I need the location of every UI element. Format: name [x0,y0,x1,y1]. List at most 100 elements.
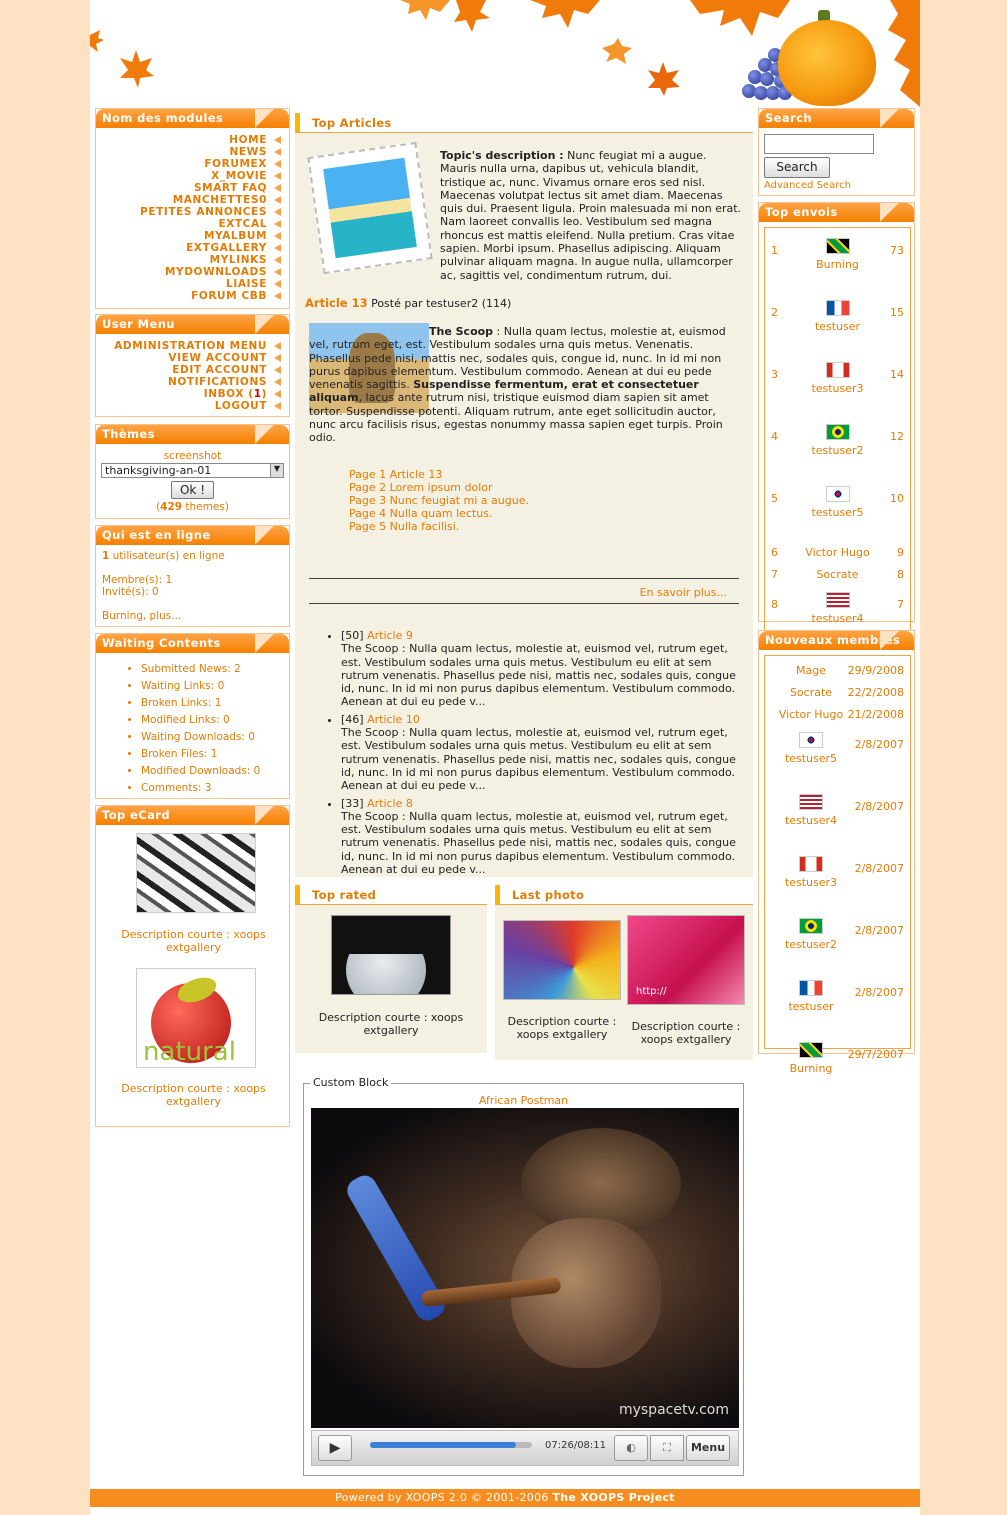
member-name-link[interactable]: testuser [771,1000,851,1013]
module-link[interactable]: MYALBUM [96,230,281,242]
module-link[interactable]: X_MOVIE [96,170,281,182]
username-link[interactable]: Victor Hugo [771,540,904,559]
member-name-link[interactable]: testuser5 [771,752,851,765]
video-player[interactable]: myspacetv.com [311,1108,739,1428]
waiting-item[interactable]: Modified Downloads: 0 [141,763,289,780]
page-link[interactable]: Page 5 Nulla facilisi. [349,520,529,533]
theme-select[interactable]: thanksgiving-an-01 ▼ [101,463,284,478]
article-list: [50] Article 9The Scoop : Nulla quam lec… [329,629,749,880]
article-list-item: [50] Article 9The Scoop : Nulla quam lec… [341,629,749,709]
module-link[interactable]: EXTGALLERY [96,242,281,254]
username-link[interactable]: testuser5 [771,506,904,519]
page-link[interactable]: Page 3 Nunc feugiat mi a augue. [349,494,529,507]
waiting-item[interactable]: Broken Files: 1 [141,746,289,763]
waiting-item[interactable]: Broken Links: 1 [141,695,289,712]
article-id: [33] [341,796,364,810]
top-ecard-block: Top eCard Description courte : xoops ext… [95,805,290,1127]
online-names[interactable]: Burning, plus... [102,610,283,622]
waiting-item[interactable]: Waiting Links: 0 [141,678,289,695]
top-envois-row: 4 12 testuser2 [771,424,904,478]
pink-photo-image[interactable]: http:// [627,915,745,1005]
count: 15 [890,306,904,319]
user-menu-item[interactable]: NOTIFICATIONS [96,376,281,388]
inbox-link[interactable]: INBOX (1) [96,388,281,400]
play-icon[interactable]: ▶ [318,1435,352,1461]
module-link[interactable]: PETITES ANNONCES [96,206,281,218]
topic-stamp-image [307,141,433,275]
top-envois-block: Top envois 1 73 Burning 2 15 testuser 3 14 testu… [758,202,915,671]
username-link[interactable]: Socrate [771,562,904,581]
module-link[interactable]: MYDOWNLOADS [96,266,281,278]
modules-block: Nom des modules HOME NEWS FORUMEX X_MOVIE SM… [95,108,290,309]
article-link[interactable]: Article 13 [305,296,368,310]
umbrella-image[interactable] [503,920,621,1000]
top-envois-row: 2 15 testuser [771,300,904,354]
module-link[interactable]: MYLINKS [96,254,281,266]
username-link[interactable]: testuser3 [771,382,904,395]
page-link[interactable]: Page 2 Lorem ipsum dolor [349,481,529,494]
pages-list: Page 1 Article 13 Page 2 Lorem ipsum dolo… [349,468,529,533]
brazil-flag-icon [799,918,823,934]
ecard-slides-image[interactable] [136,833,256,913]
korea-flag-icon [825,486,850,502]
moon-image[interactable] [331,915,451,995]
scoop-label: The Scoop [429,325,494,338]
fullscreen-icon[interactable]: ⛶ [650,1435,684,1461]
module-link[interactable]: SMART FAQ [96,182,281,194]
who-online-title: Qui est en ligne [96,526,289,545]
search-button[interactable]: Search [764,157,830,178]
ecard-apple-image[interactable]: natural [136,968,256,1068]
module-link[interactable]: HOME [96,134,281,146]
ok-button[interactable]: Ok ! [170,481,215,499]
member-name-link[interactable]: Mage [771,658,851,677]
usa-flag-icon [799,794,823,810]
module-link[interactable]: FORUMEX [96,158,281,170]
rank: 8 [771,598,778,611]
screenshot-link[interactable]: screenshot [96,444,289,462]
member-name-link[interactable]: Victor Hugo [771,702,851,721]
inbox-close: ) [261,388,267,400]
article-list-link[interactable]: Article 8 [367,797,413,810]
maple-leaf-icon [530,0,600,28]
module-link[interactable]: FORUM CBB [96,290,281,302]
footer-project-link[interactable]: The XOOPS Project [552,1491,674,1504]
advanced-search-link[interactable]: Advanced Search [764,180,851,191]
volume-icon[interactable]: ◐ [614,1435,648,1461]
usa-flag-icon [825,592,850,608]
user-menu-item[interactable]: VIEW ACCOUNT [96,352,281,364]
waiting-item[interactable]: Comments: 3 [141,780,289,797]
waiting-item[interactable]: Modified Links: 0 [141,712,289,729]
member-name-link[interactable]: Socrate [771,680,851,699]
waiting-item[interactable]: Waiting Downloads: 0 [141,729,289,746]
username-link[interactable]: Burning [771,258,904,271]
article-list-link[interactable]: Article 9 [367,629,413,642]
username-link[interactable]: testuser [771,320,904,333]
article-list-link[interactable]: Article 10 [367,713,420,726]
video-progress-track[interactable] [370,1442,532,1448]
read-more-link[interactable]: En savoir plus... [635,586,727,599]
waiting-item[interactable]: Submitted News: 2 [141,661,289,678]
module-link[interactable]: LIAISE [96,278,281,290]
username-link[interactable]: testuser4 [771,612,904,625]
member-date: 2/8/2007 [854,800,904,813]
page-link[interactable]: Page 1 Article 13 [349,468,529,481]
member-name-link[interactable]: testuser2 [771,938,851,951]
module-link[interactable]: NEWS [96,146,281,158]
member-name-link[interactable]: Burning [771,1062,851,1075]
member-name-link[interactable]: testuser4 [771,814,851,827]
brazil-flag-icon [825,424,850,440]
module-link[interactable]: EXTCAL [96,218,281,230]
username-link[interactable]: testuser2 [771,444,904,457]
search-input[interactable] [764,134,874,154]
page-link[interactable]: Page 4 Nulla quam lectus. [349,507,529,520]
member-name-link[interactable]: testuser3 [771,876,851,889]
video-title-link[interactable]: African Postman [303,1094,744,1107]
search-title: Search [759,109,914,128]
article-list-text: The Scoop : Nulla quam lectus, molestie … [341,642,736,709]
menu-button[interactable]: Menu [686,1435,730,1461]
logout-link[interactable]: LOGOUT [96,400,281,412]
user-menu-item[interactable]: ADMINISTRATION MENU [96,340,281,352]
module-link[interactable]: MANCHETTES0 [96,194,281,206]
korea-flag-icon [799,732,823,748]
user-menu-item[interactable]: EDIT ACCOUNT [96,364,281,376]
